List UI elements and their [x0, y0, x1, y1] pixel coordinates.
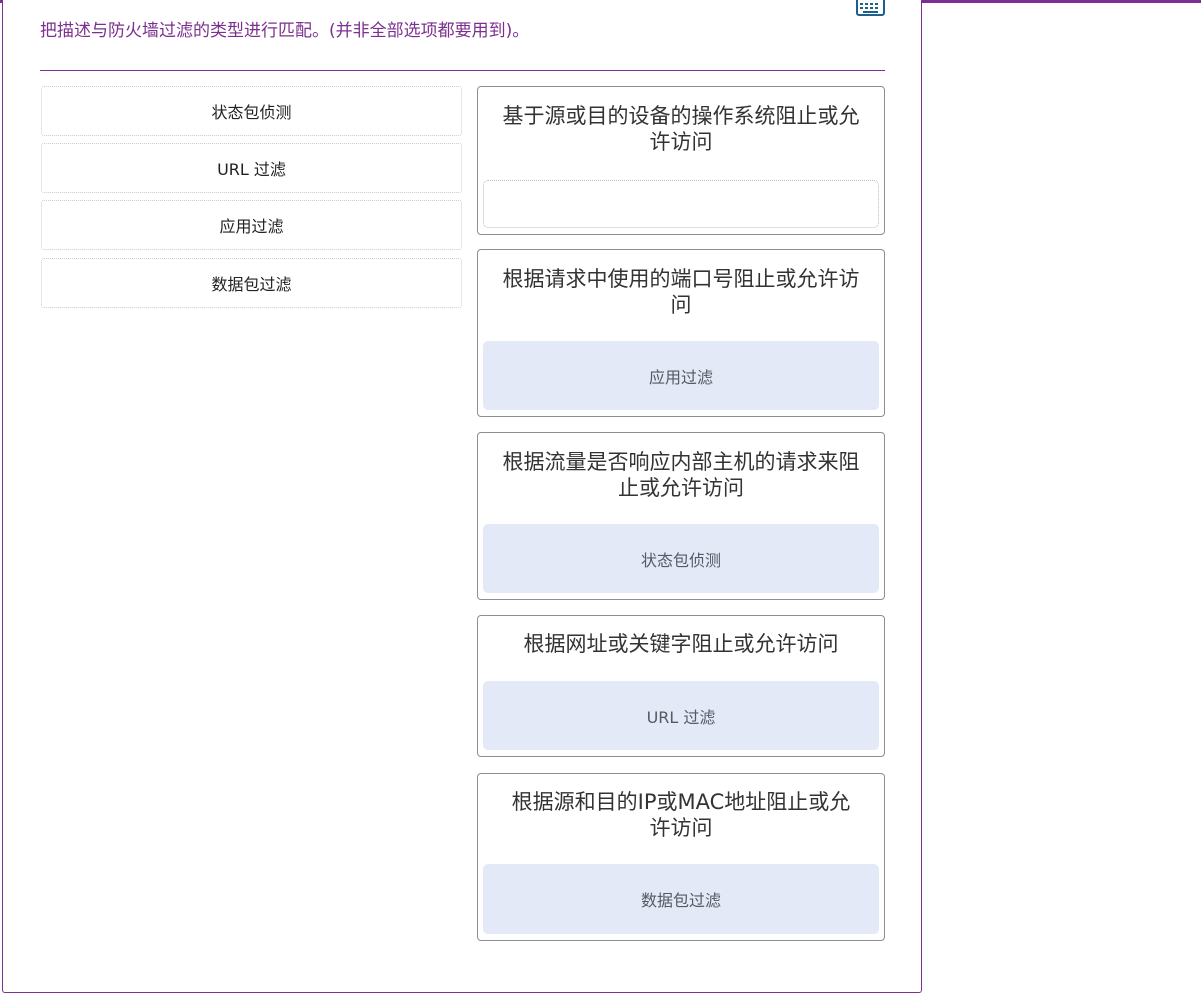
keyboard-icon[interactable] — [856, 0, 885, 17]
target-box-url-keyword: 根据网址或关键字阻止或允许访问 URL 过滤 — [477, 615, 885, 757]
option-application-filtering[interactable]: 应用过滤 — [41, 200, 462, 250]
drop-zone[interactable]: 应用过滤 — [483, 341, 879, 410]
target-box-os: 基于源或目的设备的操作系统阻止或允许访问 — [477, 86, 885, 235]
instruction-text: 把描述与防火墙过滤的类型进行匹配。(并非全部选项都要用到)。 — [40, 21, 530, 41]
drop-zone[interactable]: 数据包过滤 — [483, 864, 879, 934]
target-description: 根据请求中使用的端口号阻止或允许访问 — [502, 267, 860, 317]
divider — [40, 70, 885, 71]
option-packet-filtering[interactable]: 数据包过滤 — [41, 258, 462, 308]
target-box-response: 根据流量是否响应内部主机的请求来阻止或允许访问 状态包侦测 — [477, 432, 885, 600]
drop-zone[interactable] — [483, 180, 879, 228]
drop-zone[interactable]: 状态包侦测 — [483, 524, 879, 593]
option-url-filtering[interactable]: URL 过滤 — [41, 143, 462, 193]
target-description: 根据网址或关键字阻止或允许访问 — [523, 632, 839, 656]
option-stateful-packet-inspection[interactable]: 状态包侦测 — [41, 86, 462, 136]
target-box-ip-mac: 根据源和目的IP或MAC地址阻止或允许访问 数据包过滤 — [477, 773, 885, 941]
drop-zone[interactable]: URL 过滤 — [483, 681, 879, 750]
target-description: 根据源和目的IP或MAC地址阻止或允许访问 — [511, 790, 851, 840]
target-description: 基于源或目的设备的操作系统阻止或允许访问 — [502, 104, 860, 154]
target-description: 根据流量是否响应内部主机的请求来阻止或允许访问 — [502, 450, 860, 500]
target-box-port: 根据请求中使用的端口号阻止或允许访问 应用过滤 — [477, 249, 885, 417]
